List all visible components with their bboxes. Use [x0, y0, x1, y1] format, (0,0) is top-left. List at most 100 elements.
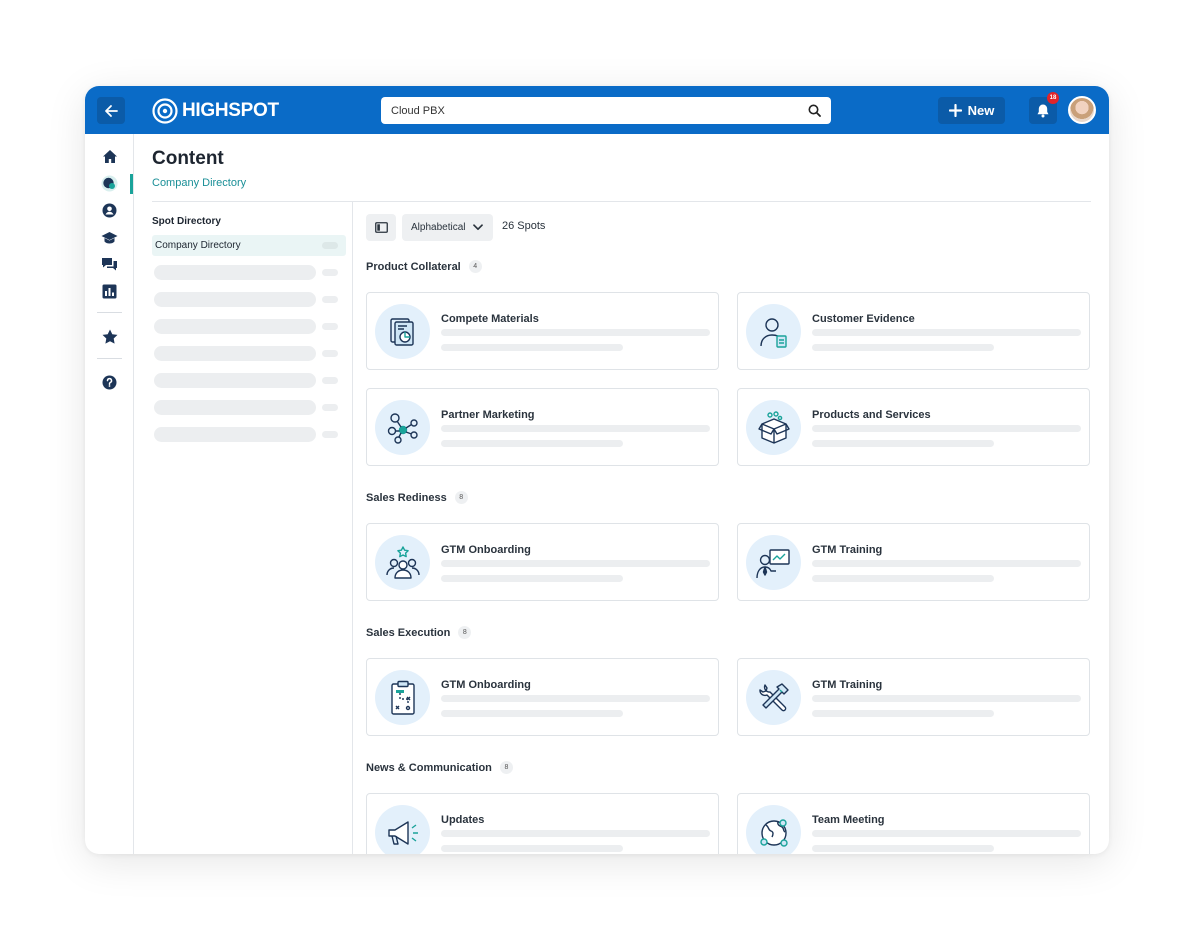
bell-icon	[1037, 104, 1049, 118]
card-description-skeleton	[441, 329, 710, 336]
spot-card[interactable]: Customer Evidence	[737, 292, 1090, 370]
notification-badge: 18	[1047, 92, 1059, 104]
spot-count: 26 Spots	[502, 220, 546, 232]
spot-card[interactable]: Compete Materials	[366, 292, 719, 370]
search-query[interactable]: Cloud PBX	[391, 105, 808, 117]
logo-text: HIGHSPOT	[182, 99, 279, 121]
spot-card[interactable]: Team Meeting	[737, 793, 1090, 854]
section-count: 8	[499, 761, 513, 774]
nav-active-indicator	[130, 174, 133, 194]
profile-icon[interactable]	[101, 202, 118, 219]
analytics-icon[interactable]	[101, 283, 118, 300]
search-icon[interactable]	[808, 104, 821, 117]
content-nav-icon[interactable]	[101, 175, 118, 192]
megaphone-icon	[375, 805, 430, 854]
section-title: Sales Rediness	[366, 491, 447, 504]
person-document-icon	[746, 304, 801, 359]
spot-card[interactable]: Products and Services	[737, 388, 1090, 466]
card-description-skeleton	[441, 425, 710, 432]
card-description-skeleton	[812, 845, 994, 852]
app-window: HIGHSPOT Cloud PBX New 18 Content Compan…	[85, 86, 1109, 854]
card-description-skeleton	[812, 425, 1081, 432]
new-button-label: New	[967, 103, 995, 118]
card-description-skeleton	[812, 695, 1081, 702]
spot-card[interactable]: GTM Onboarding	[366, 523, 719, 601]
section-title: News & Communication	[366, 761, 492, 774]
help-icon[interactable]	[101, 374, 118, 391]
arrow-left-icon	[105, 104, 118, 117]
section-title: Product Collateral	[366, 260, 461, 273]
card-title: Team Meeting	[812, 814, 885, 826]
tools-icon	[746, 670, 801, 725]
card-description-skeleton	[812, 440, 994, 447]
left-nav	[85, 134, 134, 854]
breadcrumb[interactable]: Company Directory	[152, 177, 246, 189]
section-heading: News & Communication 8	[366, 761, 513, 774]
back-button[interactable]	[97, 97, 125, 124]
section-title: Sales Execution	[366, 626, 451, 639]
chat-icon[interactable]	[101, 256, 118, 273]
toggle-sidebar-button[interactable]	[366, 214, 396, 241]
spot-directory-panel: Spot Directory Company Directory	[134, 202, 353, 854]
sidebar-panel-icon	[374, 222, 388, 233]
card-description-skeleton	[812, 575, 994, 582]
graduation-cap-icon[interactable]	[101, 229, 118, 246]
directory-item-count-placeholder	[322, 242, 338, 249]
presentation-icon	[746, 535, 801, 590]
card-description-skeleton	[441, 710, 623, 717]
section-count: 8	[458, 626, 472, 639]
spot-card[interactable]: GTM Onboarding	[366, 658, 719, 736]
search-input[interactable]: Cloud PBX	[381, 97, 831, 124]
card-description-skeleton	[441, 344, 623, 351]
globe-people-icon	[746, 805, 801, 854]
card-title: GTM Training	[812, 544, 883, 556]
card-title: Compete Materials	[441, 313, 539, 325]
card-title: Partner Marketing	[441, 409, 535, 421]
section-heading: Product Collateral 4	[366, 260, 482, 273]
card-title: Customer Evidence	[812, 313, 915, 325]
page-title: Content	[152, 148, 224, 169]
sort-dropdown-value: Alphabetical	[411, 222, 466, 233]
highspot-logo[interactable]: HIGHSPOT	[152, 97, 279, 124]
card-title: GTM Onboarding	[441, 679, 531, 691]
section-heading: Sales Execution 8	[366, 626, 472, 639]
section-count: 8	[454, 491, 468, 504]
card-description-skeleton	[441, 845, 623, 852]
nav-divider	[97, 358, 122, 359]
card-description-skeleton	[812, 830, 1081, 837]
highspot-logo-icon	[152, 97, 178, 124]
network-icon	[375, 400, 430, 455]
spot-card[interactable]: Partner Marketing	[366, 388, 719, 466]
clipboard-plan-icon	[375, 670, 430, 725]
directory-item-active[interactable]: Company Directory	[152, 235, 346, 256]
box-icon	[746, 400, 801, 455]
chevron-down-icon	[473, 224, 484, 231]
directory-title: Spot Directory	[152, 216, 221, 227]
card-description-skeleton	[441, 575, 623, 582]
card-description-skeleton	[441, 440, 623, 447]
user-avatar[interactable]	[1068, 96, 1096, 124]
home-icon[interactable]	[101, 148, 118, 165]
nav-divider	[97, 312, 122, 313]
spot-card[interactable]: GTM Training	[737, 658, 1090, 736]
card-title: GTM Onboarding	[441, 544, 531, 556]
card-description-skeleton	[812, 710, 994, 717]
spot-card[interactable]: Updates	[366, 793, 719, 854]
documents-chart-icon	[375, 304, 430, 359]
team-star-icon	[375, 535, 430, 590]
card-description-skeleton	[441, 560, 710, 567]
card-title: Products and Services	[812, 409, 931, 421]
sort-dropdown[interactable]: Alphabetical	[402, 214, 493, 241]
card-description-skeleton	[441, 695, 710, 702]
star-icon[interactable]	[101, 328, 118, 345]
new-button[interactable]: New	[938, 97, 1005, 124]
top-bar: HIGHSPOT Cloud PBX New 18	[85, 86, 1109, 134]
card-title: Updates	[441, 814, 485, 826]
plus-icon	[948, 104, 962, 117]
card-description-skeleton	[812, 344, 994, 351]
spot-card[interactable]: GTM Training	[737, 523, 1090, 601]
card-description-skeleton	[812, 560, 1081, 567]
card-title: GTM Training	[812, 679, 883, 691]
card-description-skeleton	[441, 830, 710, 837]
section-count: 4	[468, 260, 482, 273]
